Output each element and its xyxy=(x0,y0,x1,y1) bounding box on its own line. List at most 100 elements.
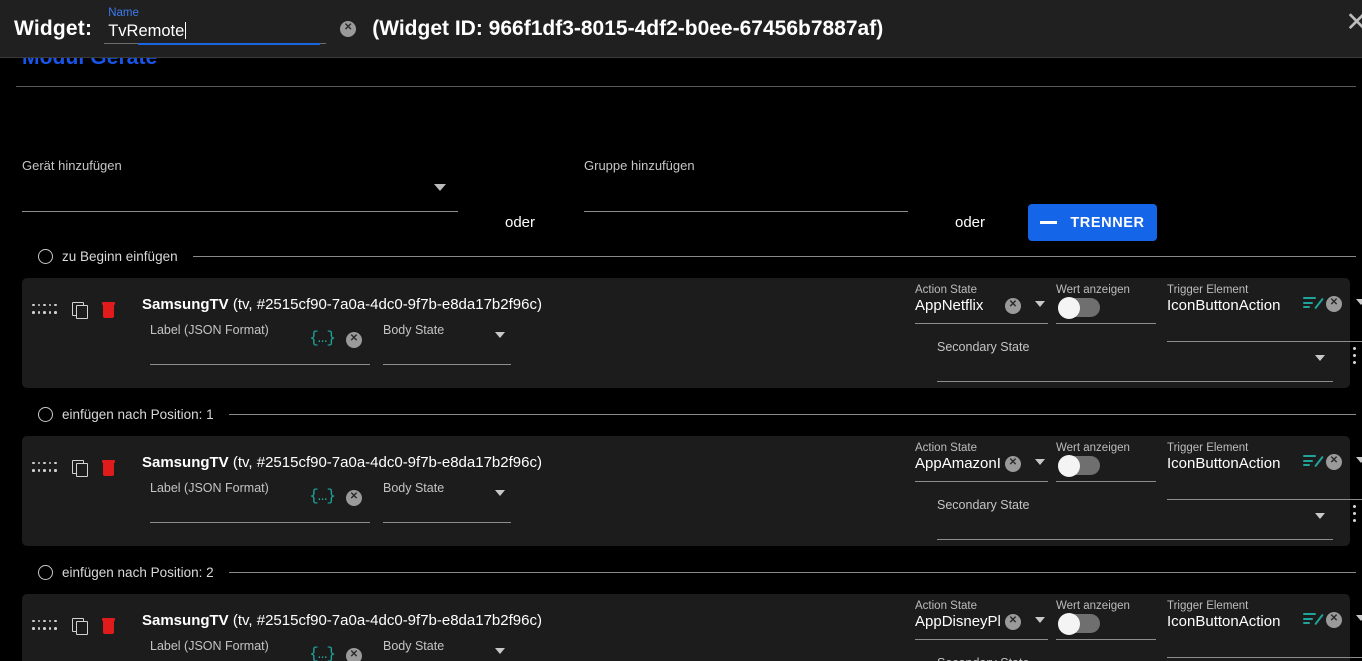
device-name: SamsungTV xyxy=(142,612,229,629)
add-group-select[interactable]: Gruppe hinzufügen xyxy=(584,158,908,212)
clear-action-state-icon[interactable] xyxy=(1005,613,1021,630)
widget-name-input[interactable]: TvRemote xyxy=(108,21,187,40)
card-left-tools xyxy=(32,618,115,635)
clear-action-state-icon[interactable] xyxy=(1005,455,1021,472)
edit-list-icon[interactable] xyxy=(1303,296,1324,310)
clear-label-icon[interactable] xyxy=(346,489,362,506)
secondary-state-select[interactable]: Secondary State xyxy=(937,498,1333,540)
chevron-down-icon[interactable] xyxy=(495,648,505,654)
insert-marker-row: einfügen nach Position: 1 xyxy=(0,403,1362,425)
delete-icon[interactable] xyxy=(102,618,115,634)
secondary-state-select[interactable]: Secondary State xyxy=(937,340,1333,382)
more-options-icon[interactable] xyxy=(1346,346,1362,366)
toggle-knob xyxy=(1058,454,1080,477)
clear-label-icon[interactable] xyxy=(346,331,362,348)
wert-anzeigen-toggle[interactable] xyxy=(1058,612,1100,635)
widget-name-field[interactable]: Name TvRemote xyxy=(104,6,327,51)
delete-icon[interactable] xyxy=(102,460,115,476)
chevron-down-icon[interactable] xyxy=(1035,301,1045,307)
clear-trigger-element-icon[interactable] xyxy=(1326,611,1342,628)
insert-position-radio[interactable] xyxy=(38,564,53,580)
insert-position-label: einfügen nach Position: 1 xyxy=(62,406,214,422)
json-braces-icon[interactable]: {…} xyxy=(309,487,336,505)
drag-handle-icon[interactable] xyxy=(32,461,58,475)
label-json-field[interactable]: Label (JSON Format) {…} xyxy=(150,639,370,661)
widget-word-label: Widget: xyxy=(14,16,93,40)
close-icon[interactable]: ✕ xyxy=(1345,9,1362,36)
chevron-down-icon[interactable] xyxy=(1035,459,1045,465)
chevron-down-icon[interactable] xyxy=(1356,457,1362,463)
widget-name-text: TvRemote xyxy=(108,21,185,40)
json-braces-icon[interactable]: {…} xyxy=(309,329,336,347)
edit-list-icon[interactable] xyxy=(1303,612,1324,626)
wert-anzeigen-label: Wert anzeigen xyxy=(1056,442,1130,454)
chevron-down-icon[interactable] xyxy=(495,490,505,496)
device-name: SamsungTV xyxy=(142,454,229,471)
wert-anzeigen-toggle[interactable] xyxy=(1058,296,1100,319)
trigger-element-value: IconButtonAction xyxy=(1167,613,1281,630)
drag-handle-icon[interactable] xyxy=(32,619,58,633)
delete-icon[interactable] xyxy=(102,302,115,318)
chevron-down-icon[interactable] xyxy=(1356,299,1362,305)
action-state-label: Action State xyxy=(915,284,978,296)
insert-position-radio[interactable] xyxy=(38,406,53,422)
add-device-select[interactable]: Gerät hinzufügen xyxy=(22,158,458,212)
field-underline xyxy=(937,539,1333,540)
clear-label-icon[interactable] xyxy=(346,647,362,661)
trigger-element-value: IconButtonAction xyxy=(1167,297,1281,314)
chevron-down-icon[interactable] xyxy=(1315,355,1325,361)
clear-trigger-element-icon[interactable] xyxy=(1326,295,1342,312)
more-options-icon[interactable] xyxy=(1346,504,1362,524)
field-underline xyxy=(915,639,1048,640)
device-card: SamsungTV (tv, #2515cf90-7a0a-4dc0-9f7b-… xyxy=(22,594,1362,661)
body-state-select[interactable]: Body State xyxy=(383,323,511,365)
action-state-value: AppDisneyPl xyxy=(915,613,1001,630)
widget-id-text: (Widget ID: 966f1df3-8015-4df2-b0ee-6745… xyxy=(372,16,884,40)
secondary-state-select[interactable]: Secondary State xyxy=(937,656,1333,661)
duplicate-icon[interactable] xyxy=(72,302,88,319)
widget-name-floating-label: Name xyxy=(108,6,139,19)
label-json-field[interactable]: Label (JSON Format) {…} xyxy=(150,481,370,523)
chevron-down-icon[interactable] xyxy=(1315,513,1325,519)
wert-anzeigen-field: Wert anzeigen xyxy=(1056,600,1156,640)
toggle-knob xyxy=(1058,296,1080,319)
field-underline xyxy=(915,323,1048,324)
insert-position-radio[interactable] xyxy=(38,248,53,264)
label-json-label: Label (JSON Format) xyxy=(150,481,269,495)
chevron-down-icon[interactable] xyxy=(1035,617,1045,623)
chevron-down-icon[interactable] xyxy=(495,332,505,338)
secondary-state-label: Secondary State xyxy=(937,340,1030,354)
secondary-state-label: Secondary State xyxy=(937,498,1030,512)
action-state-select[interactable]: Action State AppDisneyPl xyxy=(915,600,1048,640)
json-braces-icon[interactable]: {…} xyxy=(309,645,336,661)
label-json-label: Label (JSON Format) xyxy=(150,323,269,337)
toggle-knob xyxy=(1058,612,1080,635)
text-cursor xyxy=(185,21,187,39)
action-state-select[interactable]: Action State AppNetflix xyxy=(915,284,1048,324)
wert-anzeigen-toggle[interactable] xyxy=(1058,454,1100,477)
body-state-select[interactable]: Body State xyxy=(383,639,511,661)
label-json-field[interactable]: Label (JSON Format) {…} xyxy=(150,323,370,365)
clear-trigger-element-icon[interactable] xyxy=(1326,453,1342,470)
trigger-element-select[interactable]: Trigger Element IconButtonAction xyxy=(1167,442,1362,500)
card-left-tools xyxy=(32,460,115,477)
add-entity-row: Gerät hinzufügen oder Gruppe hinzufügen … xyxy=(0,96,1362,241)
duplicate-icon[interactable] xyxy=(72,460,88,477)
clear-name-icon[interactable] xyxy=(340,20,357,37)
trigger-element-select[interactable]: Trigger Element IconButtonAction xyxy=(1167,284,1362,342)
field-underline xyxy=(915,481,1048,482)
edit-list-icon[interactable] xyxy=(1303,454,1324,468)
widget-title-bar: Widget: Name TvRemote (Widget ID: 966f1d… xyxy=(0,0,1362,58)
duplicate-icon[interactable] xyxy=(72,618,88,635)
chevron-down-icon[interactable] xyxy=(1356,615,1362,621)
field-underline xyxy=(1056,639,1156,640)
trigger-element-select[interactable]: Trigger Element IconButtonAction xyxy=(1167,600,1362,658)
clear-action-state-icon[interactable] xyxy=(1005,297,1021,314)
chevron-down-icon[interactable] xyxy=(434,184,446,191)
action-state-select[interactable]: Action State AppAmazonI xyxy=(915,442,1048,482)
drag-handle-icon[interactable] xyxy=(32,303,58,317)
add-trenner-button[interactable]: TRENNER xyxy=(1028,204,1157,241)
action-state-label: Action State xyxy=(915,442,978,454)
body-state-select[interactable]: Body State xyxy=(383,481,511,523)
device-meta: (tv, #2515cf90-7a0a-4dc0-9f7b-e8da17b2f9… xyxy=(228,612,542,629)
